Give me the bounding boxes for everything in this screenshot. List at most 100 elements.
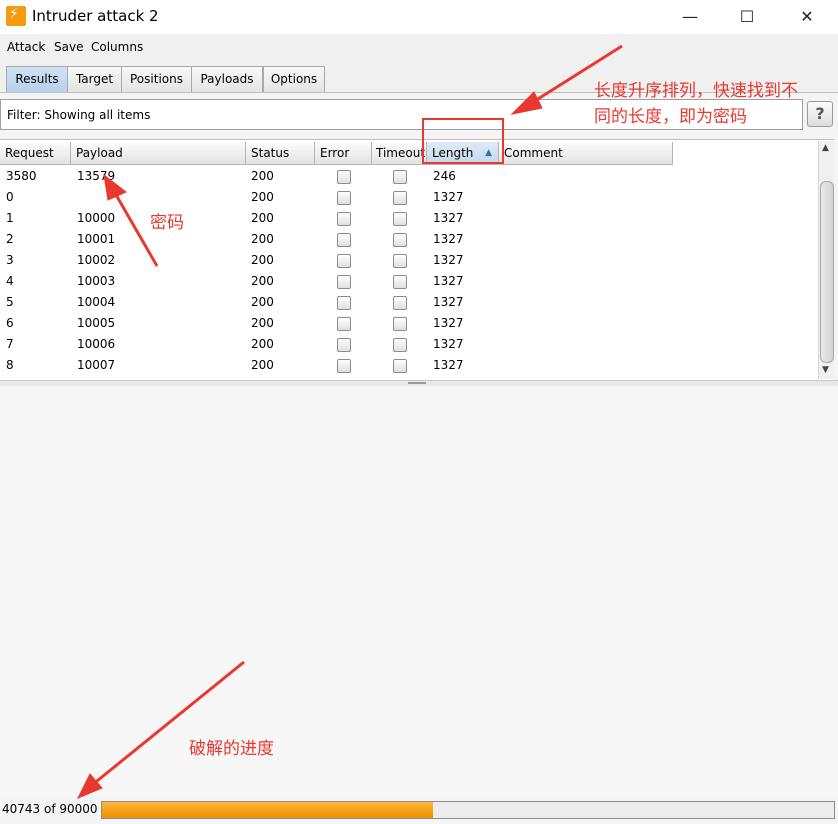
table-row[interactable]: 3 10002 200 1327 bbox=[0, 250, 673, 271]
timeout-checkbox[interactable] bbox=[393, 359, 407, 373]
timeout-checkbox[interactable] bbox=[393, 296, 407, 310]
tab-payloads[interactable]: Payloads bbox=[191, 66, 263, 92]
detail-pane bbox=[0, 386, 838, 796]
cell-payload: 10005 bbox=[77, 316, 116, 330]
column-header-timeout[interactable]: Timeout bbox=[372, 142, 427, 164]
annotation-sort-note-line1: 长度升序排列，快速找到不 bbox=[594, 81, 798, 101]
cell-length: 1327 bbox=[433, 190, 464, 204]
timeout-checkbox[interactable] bbox=[393, 254, 407, 268]
minimize-button[interactable]: — bbox=[667, 4, 713, 30]
splitter-grip-icon[interactable] bbox=[408, 382, 426, 384]
close-button[interactable]: ✕ bbox=[784, 4, 830, 30]
filter-text: Filter: Showing all items bbox=[7, 108, 151, 122]
cell-payload: 10002 bbox=[77, 253, 116, 267]
annotation-sort-note-line2: 同的长度，即为密码 bbox=[594, 107, 747, 127]
table-row[interactable]: 7 10006 200 1327 bbox=[0, 334, 673, 355]
column-header-payload[interactable]: Payload bbox=[71, 142, 246, 164]
cell-status: 200 bbox=[251, 253, 274, 267]
tab-options[interactable]: Options bbox=[263, 66, 325, 92]
error-checkbox[interactable] bbox=[337, 296, 351, 310]
results-table: Request Payload Status Error Timeout Len… bbox=[0, 139, 834, 380]
error-checkbox[interactable] bbox=[337, 338, 351, 352]
cell-status: 200 bbox=[251, 337, 274, 351]
tab-results[interactable]: Results bbox=[6, 66, 68, 92]
progress-bar bbox=[101, 801, 835, 819]
cell-request: 8 bbox=[6, 358, 14, 372]
cell-length: 1327 bbox=[433, 274, 464, 288]
tab-target[interactable]: Target bbox=[67, 66, 122, 92]
cell-status: 200 bbox=[251, 316, 274, 330]
error-checkbox[interactable] bbox=[337, 233, 351, 247]
cell-status: 200 bbox=[251, 274, 274, 288]
table-row[interactable]: 6 10005 200 1327 bbox=[0, 313, 673, 334]
column-header-status[interactable]: Status bbox=[246, 142, 315, 164]
menu-bar: Attack Save Columns bbox=[0, 34, 838, 60]
cell-status: 200 bbox=[251, 190, 274, 204]
timeout-checkbox[interactable] bbox=[393, 233, 407, 247]
cell-request: 7 bbox=[6, 337, 14, 351]
cell-payload: 10004 bbox=[77, 295, 116, 309]
scroll-down-icon[interactable]: ▼ bbox=[822, 365, 829, 375]
cell-status: 200 bbox=[251, 232, 274, 246]
cell-request: 6 bbox=[6, 316, 14, 330]
help-button[interactable]: ? bbox=[807, 101, 833, 127]
progress-fill bbox=[102, 802, 434, 818]
annotation-progress-note: 破解的进度 bbox=[189, 739, 274, 759]
error-checkbox[interactable] bbox=[337, 275, 351, 289]
table-row[interactable]: 4 10003 200 1327 bbox=[0, 271, 673, 292]
error-checkbox[interactable] bbox=[337, 212, 351, 226]
error-checkbox[interactable] bbox=[337, 191, 351, 205]
column-header-comment[interactable]: Comment bbox=[499, 142, 673, 164]
timeout-checkbox[interactable] bbox=[393, 191, 407, 205]
maximize-button[interactable]: ☐ bbox=[724, 4, 770, 30]
menu-attack[interactable]: Attack bbox=[7, 40, 45, 54]
cell-payload: 10007 bbox=[77, 358, 116, 372]
cell-length: 1327 bbox=[433, 316, 464, 330]
error-checkbox[interactable] bbox=[337, 317, 351, 331]
cell-status: 200 bbox=[251, 295, 274, 309]
cell-payload: 13579 bbox=[77, 169, 116, 183]
title-bar: Intruder attack 2 — ☐ ✕ bbox=[0, 0, 838, 34]
cell-length: 1327 bbox=[433, 358, 464, 372]
timeout-checkbox[interactable] bbox=[393, 338, 407, 352]
cell-payload: 10001 bbox=[77, 232, 116, 246]
table-row[interactable]: 8 10007 200 1327 bbox=[0, 355, 673, 376]
cell-request: 2 bbox=[6, 232, 14, 246]
timeout-checkbox[interactable] bbox=[393, 212, 407, 226]
column-header-request[interactable]: Request bbox=[0, 142, 71, 164]
column-header-error[interactable]: Error bbox=[315, 142, 372, 164]
cell-request: 0 bbox=[6, 190, 14, 204]
table-row[interactable]: 3580 13579 200 246 bbox=[0, 166, 673, 187]
cell-request: 5 bbox=[6, 295, 14, 309]
cell-payload: 10003 bbox=[77, 274, 116, 288]
timeout-checkbox[interactable] bbox=[393, 275, 407, 289]
cell-length: 1327 bbox=[433, 253, 464, 267]
timeout-checkbox[interactable] bbox=[393, 317, 407, 331]
cell-status: 200 bbox=[251, 358, 274, 372]
error-checkbox[interactable] bbox=[337, 359, 351, 373]
table-row[interactable]: 5 10004 200 1327 bbox=[0, 292, 673, 313]
menu-columns[interactable]: Columns bbox=[91, 40, 143, 54]
cell-length: 1327 bbox=[433, 337, 464, 351]
vertical-scrollbar[interactable]: ▲ ▼ bbox=[818, 141, 834, 379]
cell-status: 200 bbox=[251, 211, 274, 225]
burp-logo-icon bbox=[6, 6, 26, 26]
cell-status: 200 bbox=[251, 169, 274, 183]
menu-save[interactable]: Save bbox=[54, 40, 83, 54]
scroll-up-icon[interactable]: ▲ bbox=[822, 143, 829, 153]
cell-payload: 10006 bbox=[77, 337, 116, 351]
table-row[interactable]: 0 200 1327 bbox=[0, 187, 673, 208]
error-checkbox[interactable] bbox=[337, 170, 351, 184]
tab-positions[interactable]: Positions bbox=[121, 66, 192, 92]
scrollbar-thumb[interactable] bbox=[820, 181, 834, 363]
progress-text: 40743 of 90000 bbox=[2, 802, 98, 816]
error-checkbox[interactable] bbox=[337, 254, 351, 268]
table-row[interactable]: 2 10001 200 1327 bbox=[0, 229, 673, 250]
cell-payload: 10000 bbox=[77, 211, 116, 225]
window-title: Intruder attack 2 bbox=[32, 7, 159, 25]
cell-request: 3580 bbox=[6, 169, 37, 183]
cell-request: 4 bbox=[6, 274, 14, 288]
timeout-checkbox[interactable] bbox=[393, 170, 407, 184]
table-row[interactable]: 1 10000 200 1327 bbox=[0, 208, 673, 229]
table-header: Request Payload Status Error Timeout Len… bbox=[0, 142, 673, 165]
